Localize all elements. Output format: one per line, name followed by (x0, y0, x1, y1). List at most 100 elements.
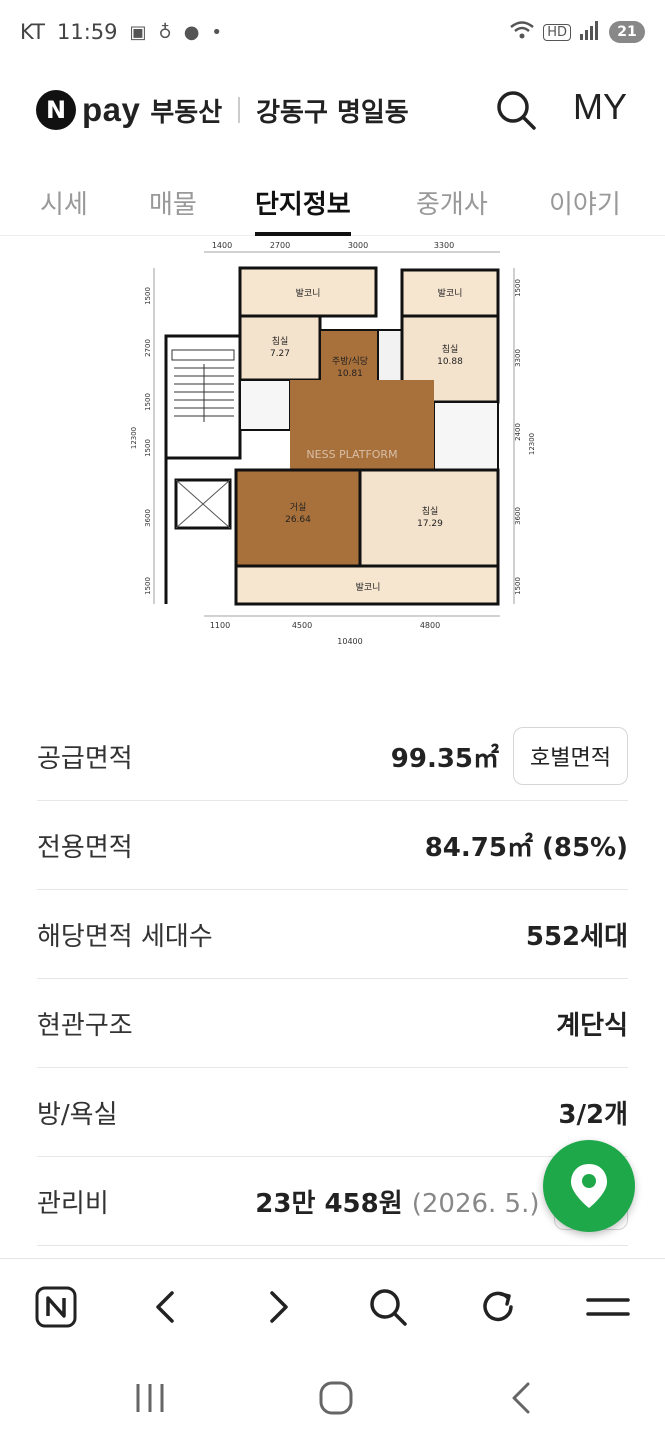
dim-bottom-0: 1100 (210, 621, 230, 630)
tab-agents[interactable]: 중개사 (416, 170, 488, 236)
home-button[interactable] (314, 1376, 358, 1420)
dim-top-2: 3000 (348, 241, 368, 250)
dim-top-1: 2700 (270, 241, 290, 250)
pin-icon: ♁ (158, 21, 172, 43)
notification-dot: • (211, 21, 223, 43)
recent-apps-icon (136, 1384, 164, 1412)
forward-button[interactable] (254, 1283, 302, 1331)
room-bed2-name: 침실 (442, 344, 459, 355)
row-rooms: 방/욕실 3/2개 (37, 1068, 628, 1157)
entrance-label: 현관구조 (37, 1010, 133, 1041)
room-kitchen-name: 주방/식당 (332, 356, 368, 367)
tab-bar: 시세 매물 단지정보 중개사 이야기 (0, 170, 665, 236)
header-divider (238, 97, 241, 123)
naver-n-icon (35, 1286, 77, 1328)
naver-pay-logo[interactable]: N (36, 90, 76, 130)
service-name: 부동산 (150, 97, 223, 128)
search-icon (370, 1289, 407, 1326)
refresh-icon (483, 1291, 513, 1322)
tab-price[interactable]: 시세 (40, 170, 88, 236)
room-kitchen-area: 10.81 (337, 369, 363, 379)
location-title[interactable]: 강동구 명일동 (256, 92, 409, 129)
row-exclusive-area: 전용면적 84.75㎡ (85%) (37, 801, 628, 890)
room-bed1-area: 7.27 (270, 349, 290, 359)
row-supply-area: 공급면적 99.35㎡ 호별면적 (37, 712, 628, 801)
clock: 11:59 (56, 20, 118, 44)
fee-date: (2026. 5.) (411, 1188, 540, 1219)
unit-area-button[interactable]: 호별면적 (513, 727, 628, 785)
dim-left-2: 1500 (144, 393, 152, 411)
system-navigation-bar (0, 1354, 665, 1440)
floorplan-watermark: NESS PLATFORM (306, 448, 397, 461)
row-households: 해당면적 세대수 552세대 (37, 890, 628, 979)
signal-icon (579, 20, 601, 45)
dim-left-0: 1500 (144, 287, 152, 305)
refresh-button[interactable] (474, 1283, 522, 1331)
dim-top-0: 1400 (212, 241, 232, 250)
exclusive-area-label: 전용면적 (37, 832, 133, 863)
menu-button[interactable] (584, 1283, 632, 1331)
room-balcony-top-left: 발코니 (296, 288, 321, 299)
dim-right-1: 3300 (514, 349, 522, 367)
room-bed2-area: 10.88 (437, 357, 463, 367)
room-balcony-top-right: 발코니 (438, 288, 463, 299)
chat-icon: ● (183, 21, 200, 43)
room-living-name: 거실 (290, 502, 307, 513)
floor-plan[interactable]: 1400 2700 3000 3300 1100 4500 4800 10400… (124, 238, 544, 658)
battery-indicator: 21 (609, 21, 645, 43)
chevron-right-icon (270, 1291, 288, 1323)
home-icon (319, 1381, 353, 1415)
entrance-value: 계단식 (556, 1010, 628, 1041)
chevron-left-icon (156, 1291, 174, 1323)
system-back-button[interactable] (500, 1376, 544, 1420)
room-balcony-bottom: 발코니 (356, 582, 381, 593)
fee-value: 23만 458원 (2026. 5.) (255, 1183, 539, 1220)
rooms-label: 방/욕실 (37, 1099, 118, 1130)
dim-bottom-2: 4800 (420, 621, 440, 630)
dim-right-0: 1500 (514, 279, 522, 297)
tab-complex-info[interactable]: 단지정보 (255, 170, 351, 236)
households-value: 552세대 (525, 921, 628, 952)
app-header: N pay 부동산 강동구 명일동 MY (0, 64, 665, 156)
room-bed1-name: 침실 (272, 336, 289, 347)
dim-bottom-total: 10400 (337, 637, 362, 646)
dim-bottom-1: 4500 (292, 621, 312, 630)
row-entrance: 현관구조 계단식 (37, 979, 628, 1068)
wifi-icon (509, 20, 535, 45)
dim-top-3: 3300 (434, 241, 454, 250)
unit-info-list: 공급면적 99.35㎡ 호별면적 전용면적 84.75㎡ (85%) 해당면적 … (37, 712, 628, 1246)
dim-left-total: 12300 (130, 427, 138, 449)
fee-amount: 23만 458원 (255, 1188, 403, 1219)
dim-right-4: 1500 (514, 577, 522, 595)
naver-home-button[interactable] (32, 1283, 80, 1331)
fee-label: 관리비 (37, 1188, 109, 1219)
carrier: KT (20, 20, 45, 44)
households-label: 해당면적 세대수 (37, 921, 213, 952)
dim-right-total: 12300 (528, 433, 536, 455)
room-bed3-name: 침실 (422, 506, 439, 517)
browser-toolbar (0, 1258, 665, 1354)
location-pin-icon (571, 1164, 607, 1208)
status-bar: KT 11:59 ▣ ♁ ● • HD 21 (0, 0, 665, 64)
back-arrow-icon (512, 1382, 530, 1414)
browser-search-button[interactable] (364, 1283, 412, 1331)
supply-area-value: 99.35㎡ (390, 743, 500, 774)
search-button[interactable] (494, 88, 538, 132)
my-button[interactable]: MY (573, 86, 627, 128)
map-location-button[interactable] (543, 1140, 635, 1232)
pay-wordmark: pay (82, 91, 141, 128)
supply-area-label: 공급면적 (37, 743, 133, 774)
room-bed3-area: 17.29 (417, 519, 443, 529)
back-button[interactable] (142, 1283, 190, 1331)
tab-stories[interactable]: 이야기 (549, 170, 621, 236)
exclusive-area-value: 84.75㎡ (85%) (424, 832, 628, 863)
hamburger-menu-icon (586, 1298, 630, 1316)
recent-apps-button[interactable] (128, 1376, 172, 1420)
dim-right-3: 3600 (514, 507, 522, 525)
row-maintenance-fee: 관리비 23만 458원 (2026. 5.) 상세 (37, 1157, 628, 1246)
dim-left-3: 1500 (144, 439, 152, 457)
dim-left-1: 2700 (144, 339, 152, 357)
rooms-value: 3/2개 (558, 1099, 628, 1130)
room-living-area: 26.64 (285, 515, 311, 525)
tab-listings[interactable]: 매물 (149, 170, 197, 236)
